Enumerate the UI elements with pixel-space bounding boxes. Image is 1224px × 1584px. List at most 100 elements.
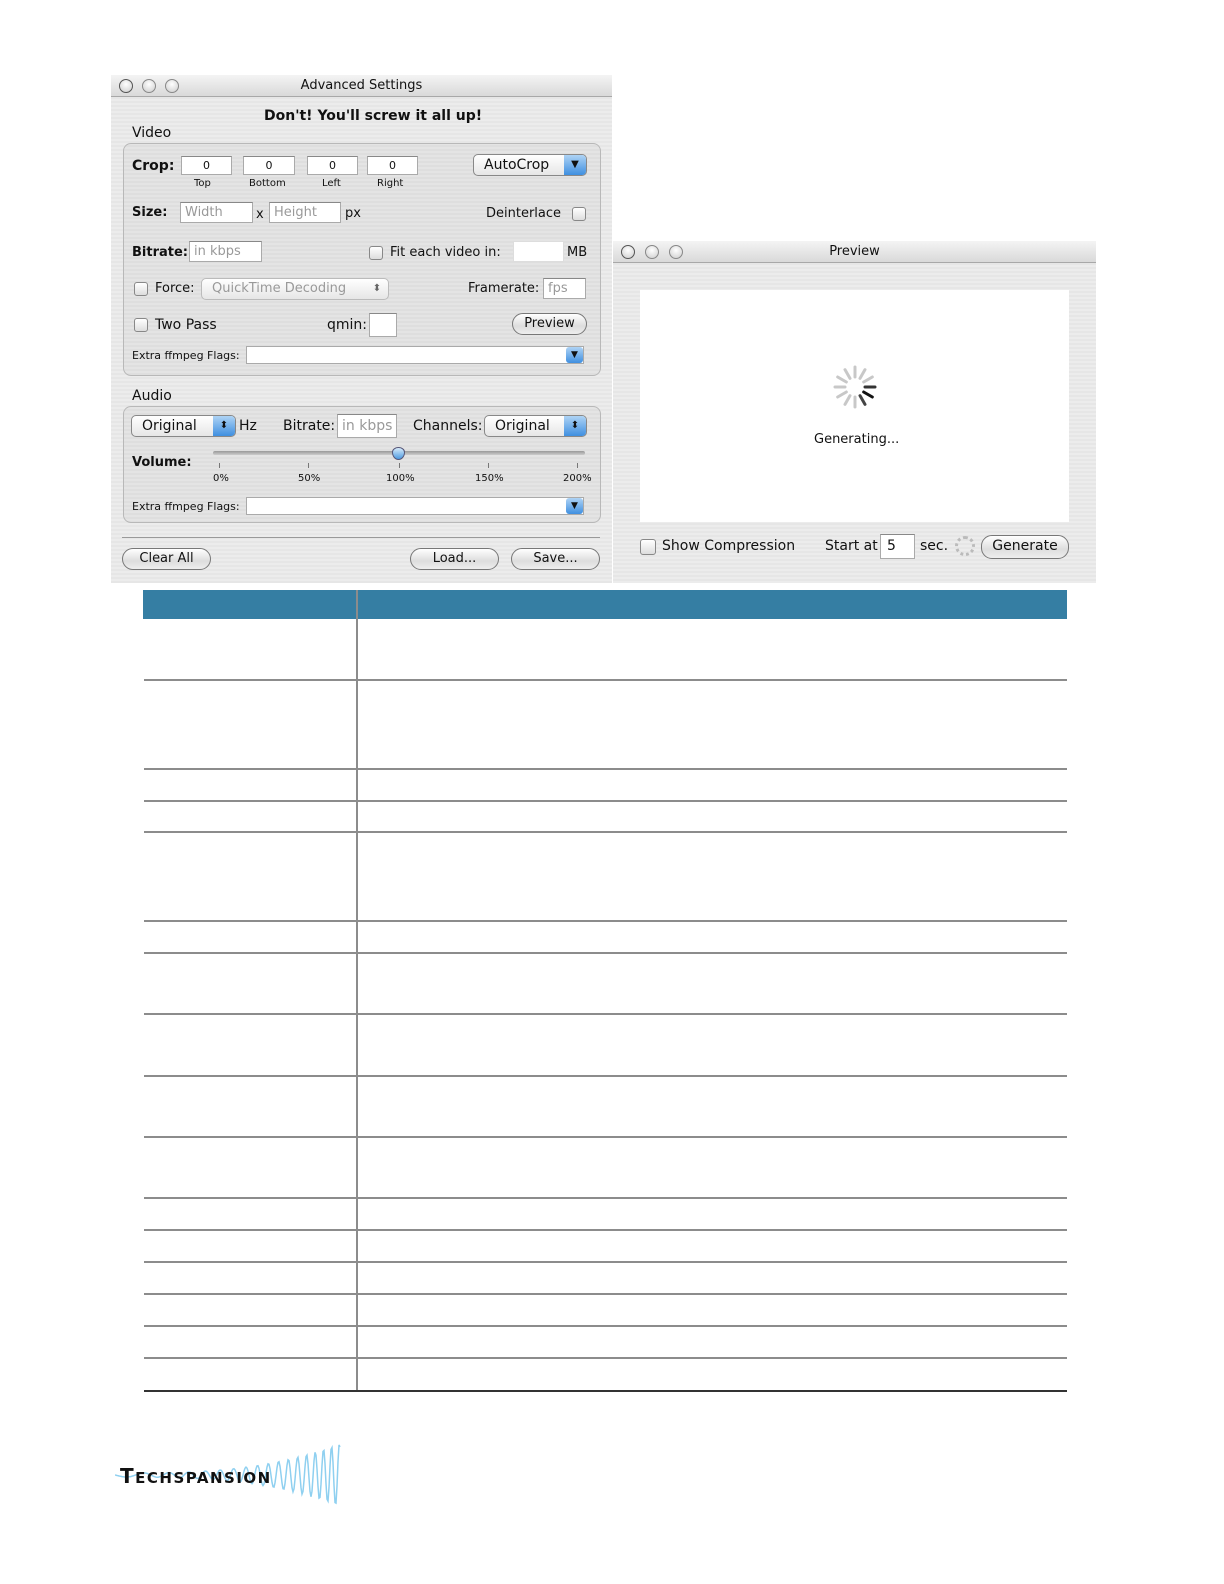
zoom-icon[interactable] [669,245,683,259]
spinner-spoke [836,390,848,399]
spinner-spoke [836,375,848,384]
sample-rate-dropdown[interactable]: Original ⬍ [131,415,236,437]
spinner-spoke [858,368,867,380]
deinterlace-label: Deinterlace [486,206,562,221]
qmin-label: qmin: [327,317,368,333]
spinner-spoke [858,394,867,406]
deinterlace-checkbox[interactable] [572,207,586,221]
sec-label: sec. [920,538,949,554]
autocrop-label: AutoCrop [484,157,550,173]
table-row [144,1138,1067,1199]
table-row [144,681,1067,770]
framerate-field[interactable]: fps [543,278,586,299]
svg-text:TECHSPANSION: TECHSPANSION [120,1464,272,1488]
start-at-label: Start at [825,538,878,554]
video-bitrate-label: Bitrate: [132,245,188,260]
volume-tick [577,463,578,468]
audio-bitrate-field[interactable]: in kbps [337,414,397,438]
volume-tick [399,463,400,468]
crop-right-field[interactable]: 0 [367,156,418,175]
fit-size-field[interactable] [513,241,564,262]
show-compression-label: Show Compression [662,538,796,554]
size-label: Size: [132,205,168,220]
fit-each-video-checkbox[interactable] [369,246,383,260]
preview-button[interactable]: Preview [512,313,587,335]
volume-tick-label: 50% [298,473,321,484]
chevron-down-icon: ▼ [566,498,583,514]
table-row [144,802,1067,833]
minimize-icon[interactable] [645,245,659,259]
table-row [144,1077,1067,1138]
audio-extra-flags-combo[interactable]: ▼ [246,497,584,515]
updown-chevron-icon: ⬍ [372,283,382,294]
table-row [144,922,1067,954]
force-checkbox[interactable] [134,282,148,296]
clear-all-button[interactable]: Clear All [122,548,211,570]
table-row [144,1231,1067,1263]
two-pass-checkbox[interactable] [134,318,148,332]
table-row [144,1015,1067,1077]
small-spinner-icon [955,536,975,556]
close-icon[interactable] [119,79,133,93]
chevron-down-icon: ▼ [566,347,583,363]
updown-chevron-icon: ⬍ [564,416,586,436]
width-field[interactable]: Width [180,202,253,223]
spinner-spoke [843,394,852,406]
crop-left-field[interactable]: 0 [307,156,358,175]
sample-rate-value: Original [142,418,197,434]
crop-bottom-field[interactable]: 0 [243,156,295,175]
volume-label: Volume: [132,455,192,470]
autocrop-dropdown[interactable]: AutoCrop ▼ [473,154,587,176]
spinner-icon [833,365,877,409]
save-button[interactable]: Save... [511,548,600,570]
table-row [144,1199,1067,1231]
channels-dropdown[interactable]: Original ⬍ [484,415,587,437]
minimize-icon[interactable] [142,79,156,93]
table-row [144,770,1067,802]
table-row [144,1359,1067,1392]
divider [122,537,600,538]
generating-status: Generating... [814,432,900,447]
load-button[interactable]: Load... [410,548,499,570]
height-field[interactable]: Height [269,202,341,223]
fit-each-video-label: Fit each video in: [390,245,501,260]
zoom-icon[interactable] [165,79,179,93]
generate-button[interactable]: Generate [981,535,1069,559]
video-section-label: Video [132,125,172,141]
start-at-field[interactable]: 5 [880,534,915,559]
table-row [144,1327,1067,1359]
force-decoder-dropdown[interactable]: QuickTime Decoding ⬍ [201,278,389,300]
crop-left-label: Left [322,178,341,189]
volume-tick-label: 0% [213,473,229,484]
volume-tick [219,463,220,468]
qmin-field[interactable] [369,313,397,337]
channels-label: Channels: [413,418,483,434]
title-bar[interactable]: Advanced Settings [111,75,612,97]
framerate-label: Framerate: [468,281,540,296]
title-bar[interactable]: Preview [613,241,1096,263]
audio-section-label: Audio [132,388,172,404]
spinner-spoke [843,368,852,380]
crop-label: Crop: [132,158,175,174]
audio-extra-flags-label: Extra ffmpeg Flags: [132,500,240,513]
px-label: px [345,206,361,221]
volume-tick-label: 150% [475,473,504,484]
hz-label: Hz [239,418,257,434]
chevron-down-icon: ▼ [564,155,586,175]
table-header [143,590,1067,619]
crop-right-label: Right [377,178,404,189]
show-compression-checkbox[interactable] [640,539,656,555]
video-extra-flags-combo[interactable]: ▼ [246,346,584,364]
volume-tick-label: 200% [563,473,592,484]
crop-top-field[interactable]: 0 [181,156,232,175]
table-row [144,619,1067,681]
close-icon[interactable] [621,245,635,259]
updown-chevron-icon: ⬍ [213,416,235,436]
warning-text: Don't! You'll screw it all up! [264,108,483,124]
table-row [144,954,1067,1015]
force-decoder-value: QuickTime Decoding [212,281,347,296]
force-label: Force: [155,281,195,296]
window-title: Advanced Settings [300,78,423,93]
video-bitrate-field[interactable]: in kbps [189,241,262,262]
crop-bottom-label: Bottom [249,178,286,189]
